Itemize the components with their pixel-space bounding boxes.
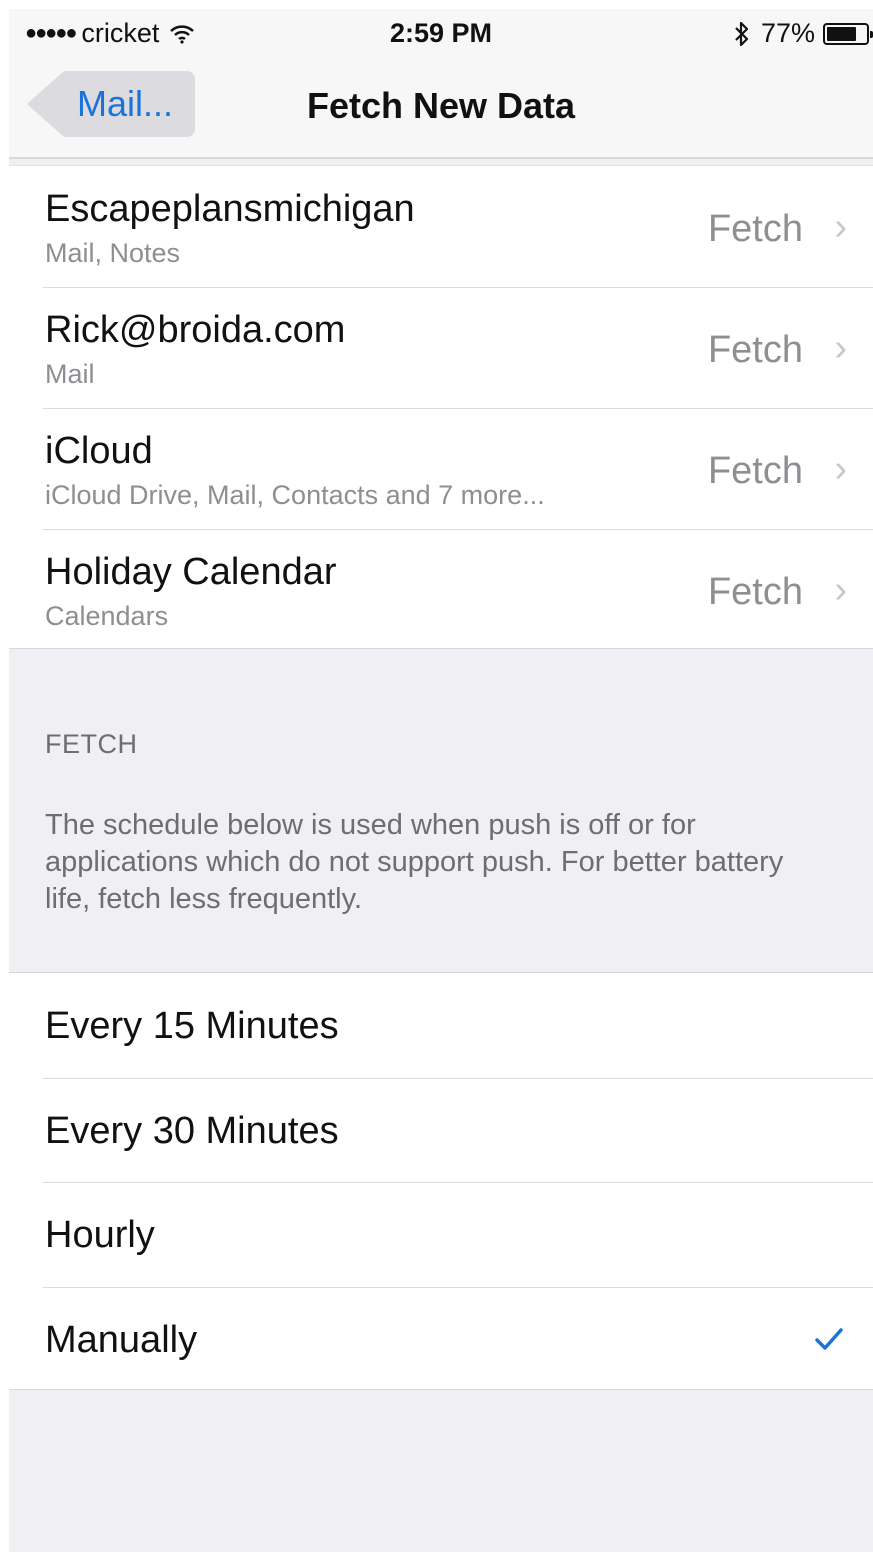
account-services: Calendars (45, 601, 169, 631)
bluetooth-icon (735, 21, 749, 46)
status-right: 77% (733, 18, 873, 49)
accounts-list: Escapeplansmichigan Mail, Notes Fetch › … (9, 165, 873, 649)
checkmark-icon (815, 1327, 843, 1350)
account-name: iCloud (45, 430, 153, 472)
settings-screen: ●●●●● cricket 2:59 PM 77% Mail... Fetch … (9, 9, 873, 1552)
account-services: iCloud Drive, Mail, Contacts and 7 more.… (45, 480, 545, 510)
account-row-escapeplansmichigan[interactable]: Escapeplansmichigan Mail, Notes Fetch › (9, 166, 873, 287)
account-name: Rick@broida.com (45, 309, 346, 351)
status-bar: ●●●●● cricket 2:59 PM 77% (9, 9, 873, 55)
schedule-option-label: Hourly (45, 1214, 155, 1256)
account-fetch-value: Fetch (707, 450, 803, 492)
account-services: Mail, Notes (45, 238, 181, 268)
account-row-icloud[interactable]: iCloud iCloud Drive, Mail, Contacts and … (9, 408, 873, 529)
fetch-section-header: FETCH (45, 729, 138, 759)
schedule-option-label: Manually (45, 1318, 198, 1361)
top-bar: ●●●●● cricket 2:59 PM 77% Mail... Fetch … (9, 9, 873, 159)
schedule-option-hourly[interactable]: Hourly (9, 1182, 873, 1287)
schedule-option-label: Every 15 Minutes (45, 1005, 339, 1047)
chevron-right-icon: › (834, 327, 847, 369)
account-row-holiday-calendar[interactable]: Holiday Calendar Calendars Fetch › (9, 529, 873, 650)
schedule-option-every-30-minutes[interactable]: Every 30 Minutes (9, 1077, 873, 1183)
schedule-option-every-15-minutes[interactable]: Every 15 Minutes (9, 973, 873, 1078)
chevron-right-icon: › (834, 569, 847, 611)
account-fetch-value: Fetch (707, 329, 803, 371)
account-name: Holiday Calendar (45, 551, 337, 593)
battery-icon (823, 22, 873, 45)
account-name: Escapeplansmichigan (45, 188, 415, 230)
account-services: Mail (45, 359, 95, 389)
schedule-option-manually[interactable]: Manually (9, 1286, 873, 1392)
chevron-right-icon: › (834, 206, 847, 248)
fetch-section-description: The schedule below is used when push is … (45, 809, 784, 915)
battery-percent: 77% (760, 18, 815, 48)
page-title: Fetch New Data (306, 85, 576, 126)
account-fetch-value: Fetch (707, 208, 803, 250)
fetch-schedule-list: Every 15 Minutes Every 30 Minutes Hourly… (9, 972, 873, 1390)
account-fetch-value: Fetch (707, 571, 803, 613)
chevron-right-icon: › (834, 448, 847, 490)
account-row-rick-broida[interactable]: Rick@broida.com Mail Fetch › (9, 287, 873, 408)
schedule-option-label: Every 30 Minutes (45, 1109, 339, 1152)
battery-fill (827, 26, 857, 41)
navigation-bar: Mail... Fetch New Data (9, 61, 873, 141)
